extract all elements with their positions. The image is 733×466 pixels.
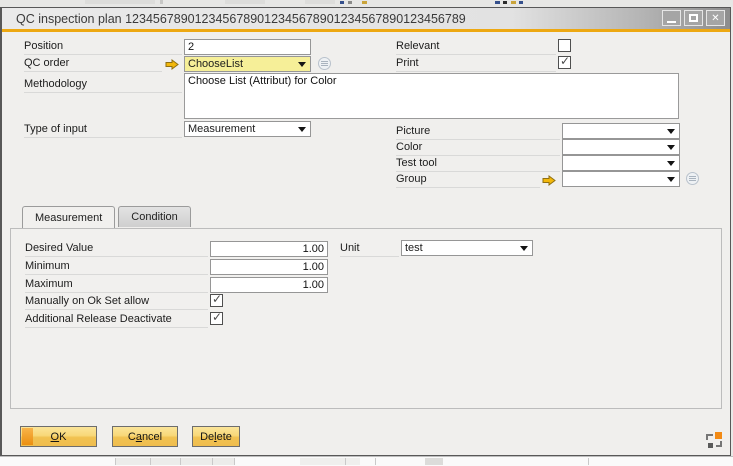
tab-strip: Measurement Condition <box>22 206 191 227</box>
cancel-button[interactable]: Cancel <box>112 426 178 447</box>
color-select[interactable] <box>562 139 680 155</box>
background-fragment <box>180 458 181 465</box>
tab-condition[interactable]: Condition <box>118 206 190 227</box>
unit-label: Unit <box>340 242 399 257</box>
window-title: QC inspection plan 123456789012345678901… <box>16 12 466 26</box>
qc-order-select[interactable]: ChooseList <box>184 56 311 72</box>
position-label: Position <box>24 40 182 55</box>
background-fragment <box>340 1 344 4</box>
desired-value-label: Desired Value <box>25 242 208 257</box>
close-icon: ✕ <box>711 13 719 24</box>
additional-release-checkbox[interactable] <box>210 312 223 325</box>
group-select[interactable] <box>562 171 680 187</box>
picture-label: Picture <box>396 125 560 140</box>
qc-inspection-plan-dialog: QC inspection plan 123456789012345678901… <box>0 7 731 456</box>
chevron-down-icon <box>520 246 528 251</box>
group-label: Group <box>396 173 540 188</box>
background-fragment <box>305 0 335 4</box>
chevron-down-icon <box>667 129 675 134</box>
title-bar[interactable]: QC inspection plan 123456789012345678901… <box>2 8 730 29</box>
background-fragment <box>495 1 500 4</box>
tab-measurement[interactable]: Measurement <box>22 206 115 228</box>
chevron-down-icon <box>298 127 306 132</box>
chevron-down-icon <box>667 145 675 150</box>
qc-order-label: QC order <box>24 57 162 72</box>
print-label: Print <box>396 57 556 72</box>
maximum-label: Maximum <box>25 278 208 293</box>
delete-button[interactable]: Delete <box>192 426 240 447</box>
type-of-input-select[interactable]: Measurement <box>184 121 311 137</box>
chevron-down-icon <box>298 62 306 67</box>
background-fragment <box>375 458 376 465</box>
test-tool-select[interactable] <box>562 155 680 171</box>
relevant-checkbox[interactable] <box>558 39 571 52</box>
print-checkbox[interactable] <box>558 56 571 69</box>
type-of-input-label: Type of input <box>24 123 182 138</box>
background-fragment <box>300 458 360 465</box>
background-fragment <box>225 0 265 4</box>
chevron-down-icon <box>667 161 675 166</box>
maximum-input[interactable] <box>210 277 328 293</box>
picture-select[interactable] <box>562 123 680 139</box>
background-fragment <box>362 1 367 4</box>
default-button-marker <box>22 428 33 445</box>
chevron-down-icon <box>667 177 675 182</box>
additional-release-label: Additional Release Deactivate <box>25 313 208 328</box>
background-fragment <box>150 458 151 465</box>
link-arrow-icon[interactable] <box>542 175 556 186</box>
methodology-label: Methodology <box>24 78 182 93</box>
measurement-tab-panel: Desired Value Unit test Minimum Maximum … <box>10 228 722 409</box>
background-fragment <box>345 458 346 465</box>
minimize-icon <box>667 21 676 23</box>
background-fragment <box>588 458 589 465</box>
edit-pencil-icon[interactable] <box>686 172 699 185</box>
background-fragment <box>425 458 443 465</box>
close-button[interactable]: ✕ <box>706 10 725 26</box>
background-fragment <box>115 458 235 465</box>
minimize-button[interactable] <box>662 10 681 26</box>
link-arrow-icon[interactable] <box>165 59 179 70</box>
background-fragment <box>212 458 213 465</box>
background-app-top-strip <box>0 0 733 7</box>
ok-button[interactable]: OK <box>20 426 97 447</box>
background-app-bottom-strip <box>0 456 733 466</box>
expand-form-icon[interactable] <box>706 432 722 448</box>
maximize-icon <box>689 14 698 22</box>
background-fragment <box>503 1 507 4</box>
background-fragment <box>160 0 163 4</box>
methodology-textarea[interactable]: Choose List (Attribut) for Color <box>184 73 679 119</box>
color-label: Color <box>396 141 560 156</box>
position-input[interactable] <box>184 39 311 55</box>
desired-value-input[interactable] <box>210 241 328 257</box>
background-fragment <box>85 0 155 4</box>
background-fragment <box>348 1 352 4</box>
maximize-button[interactable] <box>684 10 703 26</box>
test-tool-label: Test tool <box>396 157 560 172</box>
background-fragment <box>519 1 523 4</box>
minimum-input[interactable] <box>210 259 328 275</box>
manually-ok-label: Manually on Ok Set allow <box>25 295 208 310</box>
relevant-label: Relevant <box>396 40 556 55</box>
background-fragment <box>511 1 516 4</box>
manually-ok-checkbox[interactable] <box>210 294 223 307</box>
edit-pencil-icon[interactable] <box>318 57 331 70</box>
minimum-label: Minimum <box>25 260 208 275</box>
unit-select[interactable]: test <box>401 240 533 256</box>
